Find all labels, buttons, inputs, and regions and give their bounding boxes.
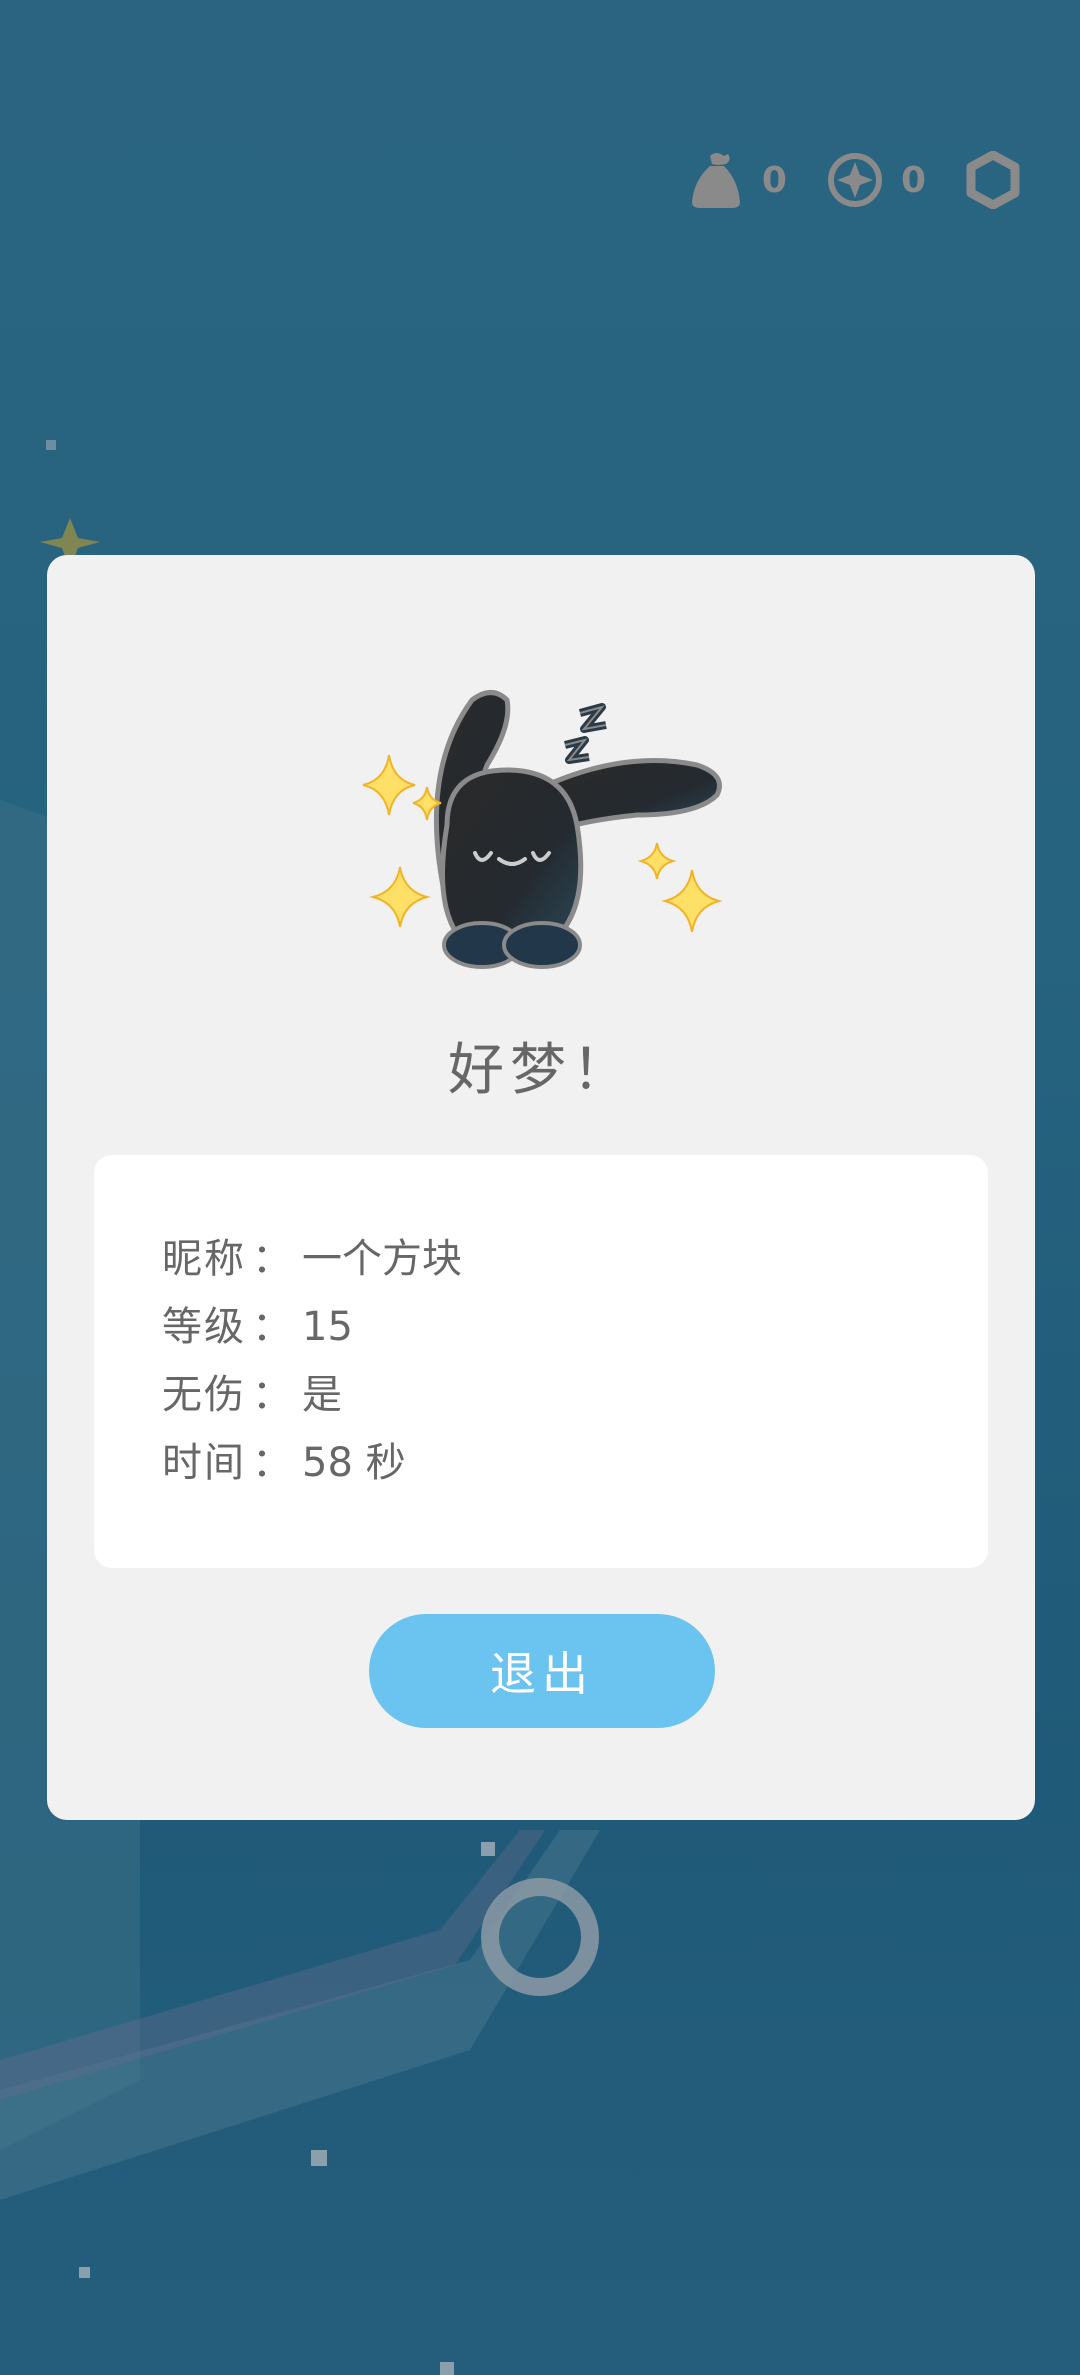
info-value: 是 — [302, 1372, 342, 1418]
result-info-list: 昵称 ： 一个方块 等级 ： 15 无伤 ： 是 时间 ： 58 秒 — [162, 1225, 462, 1497]
info-separator: ： — [252, 1372, 292, 1418]
info-separator: ： — [252, 1236, 292, 1282]
bag-count: 0 — [761, 159, 787, 201]
dialog-title: 好梦！ — [448, 1038, 634, 1103]
hud-bar: 0 0 — [688, 150, 1020, 210]
money-bag-icon — [691, 153, 740, 208]
info-row-time: 时间 ： 58 秒 — [162, 1429, 462, 1497]
compass-count: 0 — [900, 159, 926, 201]
result-info-card: 昵称 ： 一个方块 等级 ： 15 无伤 ： 是 时间 ： 58 秒 — [94, 1155, 988, 1568]
info-separator: ： — [252, 1440, 292, 1486]
info-label: 无伤 — [162, 1372, 246, 1418]
info-label: 时间 — [162, 1440, 246, 1486]
hud-bag: 0 — [688, 150, 787, 210]
info-label: 等级 — [162, 1304, 246, 1350]
info-row-level: 等级 ： 15 — [162, 1293, 462, 1361]
info-value: 15 — [302, 1304, 353, 1350]
compass-icon — [827, 153, 882, 207]
info-row-nickname: 昵称 ： 一个方块 — [162, 1225, 462, 1293]
info-value: 一个方块 — [302, 1236, 462, 1282]
hud-compass: 0 — [827, 152, 926, 208]
info-separator: ： — [252, 1304, 292, 1350]
hexagon-settings-icon[interactable] — [966, 151, 1020, 209]
sleeping-rabbit-illustration — [362, 690, 723, 969]
exit-button[interactable]: 退出 — [369, 1614, 715, 1728]
info-label: 昵称 — [162, 1236, 246, 1282]
result-dialog: 好梦！ 昵称 ： 一个方块 等级 ： 15 无伤 ： 是 时间 ： 58 秒 退… — [47, 555, 1035, 1820]
info-row-no-damage: 无伤 ： 是 — [162, 1361, 462, 1429]
info-value: 58 秒 — [302, 1440, 406, 1486]
